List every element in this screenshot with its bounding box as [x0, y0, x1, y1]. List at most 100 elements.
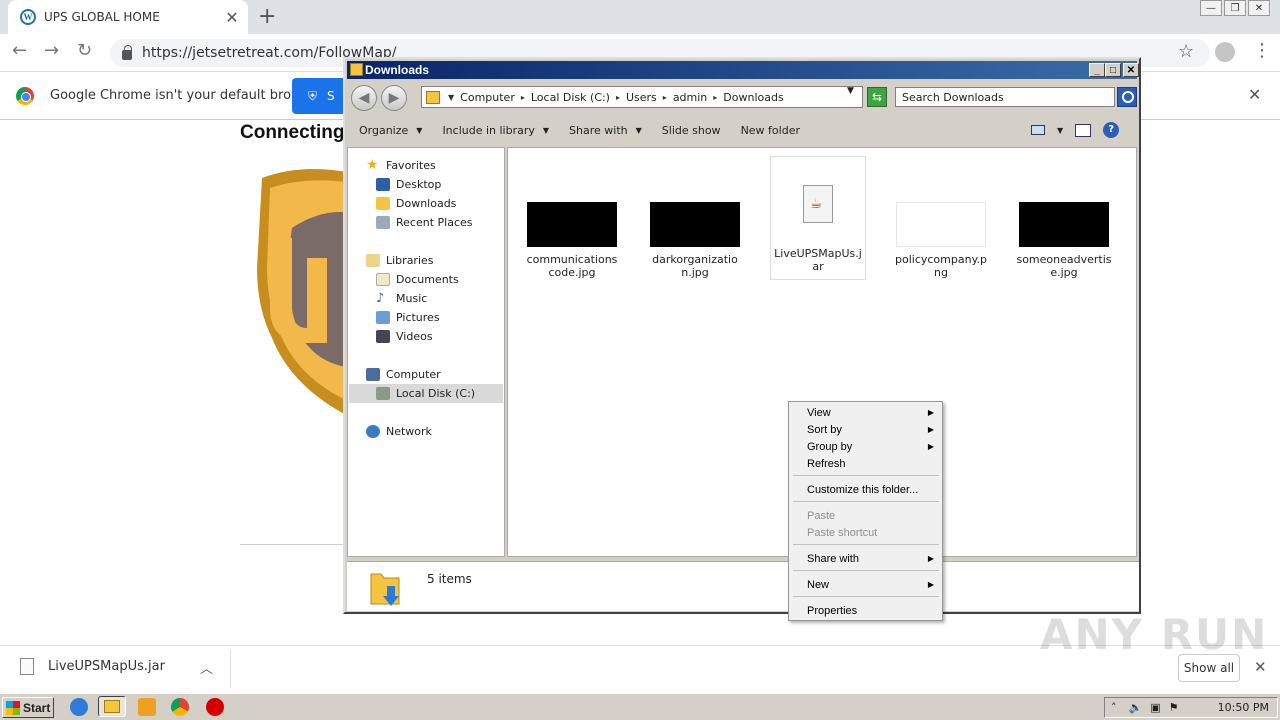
page-heading: Connecting — [240, 122, 345, 143]
explorer-titlebar[interactable]: Downloads _ □ ✕ — [347, 61, 1139, 79]
internet-explorer-icon[interactable] — [70, 698, 88, 716]
lock-icon — [122, 45, 132, 60]
file-item[interactable]: darkorganization.jpg — [647, 202, 743, 279]
file-item[interactable]: policycompany.png — [893, 202, 989, 279]
submenu-arrow-icon: ▶ — [927, 554, 934, 563]
chevron-up-icon[interactable]: ︿ — [200, 658, 213, 677]
menu-item-properties[interactable]: Properties — [791, 602, 940, 619]
bookmark-star-icon[interactable]: ☆ — [1178, 41, 1194, 62]
menu-separator — [793, 475, 939, 476]
change-view-icon[interactable] — [1031, 125, 1045, 135]
volume-icon[interactable]: 🔈 — [1129, 701, 1143, 714]
reload-icon[interactable]: ↻ — [77, 40, 92, 61]
status-bar: 5 items — [347, 561, 1139, 611]
flag-tray-icon[interactable]: ⚑ — [1169, 701, 1179, 714]
sidebar-item-desktop[interactable]: Desktop — [376, 175, 441, 194]
tab-title: UPS GLOBAL HOME — [44, 10, 160, 24]
forward-icon[interactable]: ▶ — [381, 85, 407, 111]
refresh-icon[interactable]: ⇆ — [867, 87, 887, 107]
image-thumbnail — [1019, 202, 1109, 247]
close-button[interactable]: ✕ — [1123, 63, 1139, 77]
browser-window-controls: — ❐ ✕ — [1200, 0, 1270, 16]
forward-arrow-icon[interactable]: → — [44, 40, 59, 61]
tab-ups-global-home[interactable]: W UPS GLOBAL HOME ✕ — [8, 0, 248, 34]
help-icon[interactable]: ? — [1103, 122, 1120, 138]
download-item[interactable]: LiveUPSMapUs.jar — [20, 658, 165, 675]
sidebar-item-recent-places[interactable]: Recent Places — [376, 213, 473, 232]
menu-item-new[interactable]: New ▶ — [791, 576, 940, 593]
anyrun-watermark: ANY RUN — [1040, 610, 1269, 659]
sidebar-item-local-disk[interactable]: Local Disk (C:) — [349, 384, 503, 403]
shield-icon: ⛨ — [308, 88, 318, 103]
start-button[interactable]: Start — [2, 697, 54, 718]
breadcrumb[interactable]: ▼ Computer ▸ Local Disk (C:) ▸ Users ▸ admin… — [421, 86, 863, 108]
sidebar-item-computer[interactable]: Computer — [366, 365, 441, 384]
infobar-message: Google Chrome isn't your default browser — [50, 88, 322, 103]
windows-flag-icon — [6, 700, 20, 715]
system-tray: ˄ 🔈 ▣ ⚑ 10:50 PM — [1104, 697, 1278, 718]
explorer-taskbar-button[interactable] — [98, 696, 126, 717]
search-icon[interactable] — [1117, 87, 1137, 107]
close-button[interactable]: ✕ — [1248, 0, 1270, 16]
breadcrumb-item[interactable]: ▼ Computer — [448, 91, 515, 104]
file-item[interactable]: someoneadvertise.jpg — [1016, 202, 1112, 279]
breadcrumb-item[interactable]: ▸ admin — [663, 91, 707, 104]
recent-places-icon — [376, 216, 390, 229]
menu-item-refresh[interactable]: Refresh — [791, 455, 940, 472]
breadcrumb-item[interactable]: ▸ Users — [616, 91, 657, 104]
tab-close-icon[interactable]: ✕ — [222, 8, 242, 27]
minimize-button[interactable]: — — [1200, 0, 1222, 16]
preview-pane-icon[interactable] — [1075, 123, 1092, 137]
sidebar-item-documents[interactable]: Documents — [376, 270, 459, 289]
local-disk-icon — [376, 387, 390, 400]
file-item-selected[interactable]: ☕ LiveUPSMapUs.jar — [770, 156, 866, 280]
ups-shield-logo — [257, 169, 352, 418]
menu-item-view[interactable]: View ▶ — [791, 404, 940, 421]
slide-show-button[interactable]: Slide show — [652, 124, 731, 137]
tray-expand-icon[interactable]: ˄ — [1111, 701, 1117, 714]
sidebar-item-pictures[interactable]: Pictures — [376, 308, 440, 327]
menu-item-sort-by[interactable]: Sort by ▶ — [791, 421, 940, 438]
new-folder-button[interactable]: New folder — [731, 124, 810, 137]
downloads-folder-icon — [376, 197, 390, 210]
network-tray-icon[interactable]: ▣ — [1150, 701, 1160, 714]
maximize-button[interactable]: □ — [1105, 63, 1121, 77]
file-name: policycompany.png — [895, 253, 987, 279]
sidebar-item-videos[interactable]: Videos — [376, 327, 433, 346]
back-arrow-icon[interactable]: ← — [12, 40, 27, 61]
menu-item-group-by[interactable]: Group by ▶ — [791, 438, 940, 455]
videos-icon — [376, 330, 390, 343]
chrome-taskbar-icon[interactable] — [171, 698, 189, 716]
download-shelf-close-icon[interactable]: ✕ — [1254, 658, 1267, 676]
menu-item-share-with[interactable]: Share with ▶ — [791, 550, 940, 567]
sidebar-item-network[interactable]: Network — [366, 422, 432, 441]
infobar-close-icon[interactable]: ✕ — [1248, 85, 1261, 104]
file-item[interactable]: communicationscode.jpg — [524, 202, 620, 279]
sidebar-item-libraries[interactable]: Libraries — [366, 251, 434, 270]
file-icon — [20, 658, 34, 675]
stop-app-icon[interactable] — [206, 698, 224, 716]
breadcrumb-item[interactable]: ▸ Downloads — [713, 91, 783, 104]
menu-item-customize-folder[interactable]: Customize this folder... — [791, 481, 940, 498]
restore-button[interactable]: ❐ — [1224, 0, 1246, 16]
sidebar-item-music[interactable]: ♪ Music — [376, 289, 427, 308]
back-icon[interactable]: ◀ — [351, 85, 377, 111]
kebab-menu-icon[interactable]: ⋮ — [1253, 40, 1271, 61]
sidebar-item-downloads[interactable]: Downloads — [376, 194, 456, 213]
address-dropdown-icon[interactable]: ▼ — [847, 86, 854, 96]
sidebar-item-favorites[interactable]: ★ Favorites — [366, 156, 436, 175]
include-in-library-button[interactable]: Include in library ▼ — [432, 124, 559, 137]
set-default-label: S — [327, 89, 335, 103]
breadcrumb-item[interactable]: ▸ Local Disk (C:) — [521, 91, 610, 104]
profile-avatar-icon[interactable] — [1215, 42, 1235, 62]
organize-button[interactable]: Organize ▼ — [347, 124, 432, 137]
search-input[interactable]: Search Downloads — [895, 87, 1115, 107]
share-with-button[interactable]: Share with ▼ — [559, 124, 652, 137]
new-tab-button[interactable]: + — [258, 4, 276, 29]
view-dropdown-icon[interactable]: ▼ — [1057, 126, 1063, 135]
minimize-button[interactable]: _ — [1089, 63, 1105, 77]
browser-tabbar: W UPS GLOBAL HOME ✕ + — ❐ ✕ — [0, 0, 1280, 34]
folder-icon — [426, 90, 440, 104]
media-player-icon[interactable] — [138, 698, 156, 716]
taskbar: Start ˄ 🔈 ▣ ⚑ 10:50 PM — [0, 693, 1280, 720]
